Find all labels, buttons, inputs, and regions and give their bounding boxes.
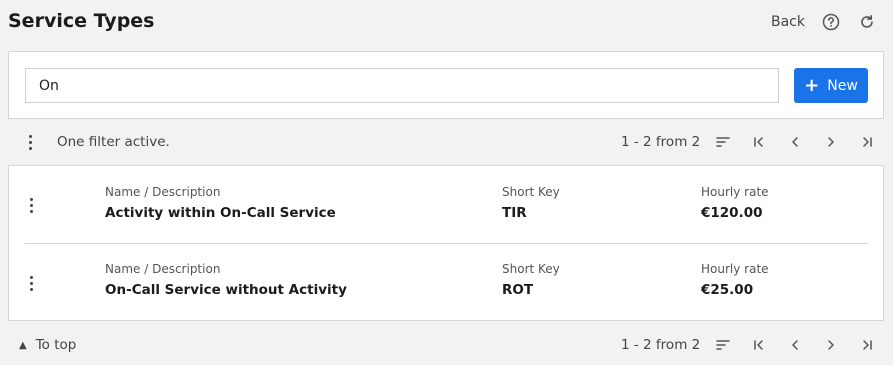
new-button[interactable]: + New — [794, 68, 868, 103]
list-toolbar: One filter active. 1 - 2 from 2 — [8, 127, 884, 157]
hourly-rate-value: €25.00 — [701, 282, 754, 298]
short-key-value: TIR — [502, 205, 527, 221]
last-page-icon[interactable] — [859, 337, 875, 353]
row-menu-icon[interactable] — [25, 196, 37, 214]
to-top-label: To top — [35, 337, 77, 353]
search-panel: + New — [8, 51, 884, 119]
caret-up-icon: ▲ — [19, 339, 27, 351]
table-row[interactable]: Name / Description Activity within On-Ca… — [9, 166, 883, 244]
filter-status: One filter active. — [57, 134, 170, 150]
name-column-label: Name / Description — [105, 262, 221, 276]
back-link[interactable]: Back — [771, 14, 805, 30]
bottom-toolbar: ▲ To top 1 - 2 from 2 — [8, 330, 884, 360]
plus-icon: + — [804, 74, 820, 96]
table-row[interactable]: Name / Description On-Call Service witho… — [9, 244, 883, 321]
service-types-list: Name / Description Activity within On-Ca… — [8, 165, 884, 321]
first-page-icon[interactable] — [751, 337, 767, 353]
pagination-count: 1 - 2 from 2 — [621, 337, 701, 353]
service-name: On-Call Service without Activity — [105, 282, 347, 298]
name-column-label: Name / Description — [105, 185, 221, 199]
row-menu-icon[interactable] — [25, 274, 37, 292]
first-page-icon[interactable] — [751, 134, 767, 150]
next-page-icon[interactable] — [823, 134, 839, 150]
last-page-icon[interactable] — [859, 134, 875, 150]
refresh-icon[interactable] — [858, 13, 876, 31]
next-page-icon[interactable] — [823, 337, 839, 353]
new-button-label: New — [827, 77, 858, 94]
short-key-column-label: Short Key — [502, 185, 560, 199]
previous-page-icon[interactable] — [787, 134, 803, 150]
list-menu-icon[interactable] — [24, 133, 36, 151]
short-key-value: ROT — [502, 282, 534, 298]
hourly-rate-value: €120.00 — [701, 205, 763, 221]
help-circle-icon[interactable] — [822, 13, 840, 31]
page-header: Service Types Back — [0, 0, 893, 44]
sort-icon[interactable] — [715, 337, 731, 353]
hourly-rate-column-label: Hourly rate — [701, 185, 769, 199]
pagination-count: 1 - 2 from 2 — [621, 134, 701, 150]
service-name: Activity within On-Call Service — [105, 205, 336, 221]
page-title: Service Types — [8, 10, 155, 32]
to-top-link[interactable]: ▲ To top — [19, 337, 76, 353]
previous-page-icon[interactable] — [787, 337, 803, 353]
search-input[interactable] — [25, 68, 779, 103]
short-key-column-label: Short Key — [502, 262, 560, 276]
hourly-rate-column-label: Hourly rate — [701, 262, 769, 276]
sort-icon[interactable] — [715, 134, 731, 150]
